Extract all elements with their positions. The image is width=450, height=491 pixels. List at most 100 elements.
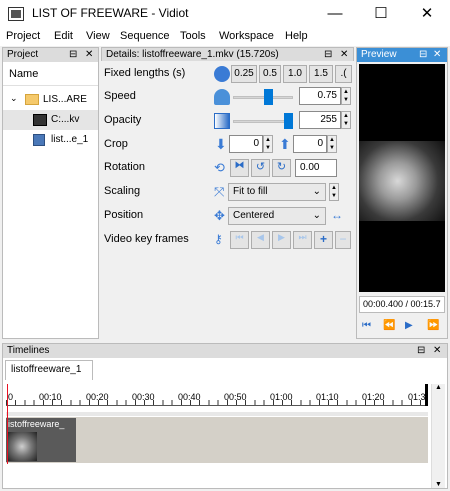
rotation-input[interactable]: 0.00 xyxy=(295,159,337,177)
crop-left-arrow-icon: ⬇ xyxy=(215,136,227,152)
flip-button[interactable]: ⧓ xyxy=(230,159,249,177)
preview-panel-header: Preview ⊟ ✕ xyxy=(357,48,447,62)
timelines-panel: Timelines ⊟ ✕ listoffreeware_1 ▲ ▼ xyxy=(2,343,448,489)
tree-item-row[interactable]: C:...kv xyxy=(3,110,98,130)
scroll-up-icon[interactable]: ▲ xyxy=(435,384,442,391)
float-icon[interactable]: ⊟ xyxy=(419,48,427,62)
crop-top-arrow-icon: ⬆ xyxy=(279,136,291,152)
play-icon[interactable]: ▶ xyxy=(405,320,413,331)
timeline-divider xyxy=(6,412,428,416)
project-panel-title: Project xyxy=(7,49,39,60)
maximize-button[interactable]: ☐ xyxy=(358,0,404,28)
crop-label: Crop xyxy=(104,138,128,150)
window-title: LIST OF FREEWARE - Vidiot xyxy=(32,6,189,20)
menu-project[interactable]: Project xyxy=(6,30,40,42)
expand-chevron-icon[interactable]: ⌄ xyxy=(10,93,18,104)
speedometer-icon xyxy=(214,89,230,105)
item-label: list...e_1 xyxy=(51,134,89,145)
project-panel-header: Project ⊟ ✕ xyxy=(3,48,98,62)
preview-panel: Preview ⊟ ✕ 00:00.400 / 00:15.7 ⏮ ⏪ ▶ ⏩ xyxy=(356,47,448,339)
position-select[interactable]: Centered ⌄ xyxy=(228,207,326,225)
timeline-ruler[interactable]: 0 00:10 00:20 00:30 00:40 00:50 01:00 01… xyxy=(6,384,428,406)
time-display: 00:00.400 / 00:15.7 xyxy=(359,296,445,313)
video-clip[interactable]: istoffreeware_ xyxy=(6,418,76,462)
tree-item-row[interactable]: list...e_1 xyxy=(3,130,98,150)
length-1.5-button[interactable]: 1.5 xyxy=(309,65,333,83)
remove-keyframe-button[interactable]: − xyxy=(335,231,351,249)
menu-tools[interactable]: Tools xyxy=(180,30,206,42)
clock-icon xyxy=(214,66,230,82)
menu-help[interactable]: Help xyxy=(285,30,308,42)
length-0.25-button[interactable]: 0.25 xyxy=(231,65,257,83)
folder-label: LIS...ARE xyxy=(43,94,87,105)
speed-label: Speed xyxy=(104,90,136,102)
scaling-value: Fit to fill xyxy=(233,186,268,197)
go-to-start-icon[interactable]: ⏮ xyxy=(362,320,371,331)
next-frame-icon[interactable]: ⏩ xyxy=(427,320,439,331)
video-frame-image xyxy=(359,141,445,221)
minimize-button[interactable]: — xyxy=(312,0,358,28)
title-bar: LIST OF FREEWARE - Vidiot — ☐ ✕ xyxy=(0,0,450,28)
menu-edit[interactable]: Edit xyxy=(54,30,73,42)
close-panel-icon[interactable]: ✕ xyxy=(85,48,93,62)
close-button[interactable]: ✕ xyxy=(404,0,450,28)
add-keyframe-button[interactable]: + xyxy=(314,231,333,249)
rotate-right-button[interactable]: ↻ xyxy=(272,159,291,177)
crop-top-spinner[interactable]: ▲ ▼ xyxy=(327,135,337,153)
scroll-down-icon[interactable]: ▼ xyxy=(435,481,442,488)
length-more-button[interactable]: .( xyxy=(335,65,352,83)
float-icon[interactable]: ⊟ xyxy=(69,48,77,62)
name-column-header[interactable]: Name xyxy=(3,64,98,86)
crop-left-spinner[interactable]: ▲ ▼ xyxy=(263,135,273,153)
project-panel: Project ⊟ ✕ Name ⌄ LIS...ARE C:...kv lis… xyxy=(2,47,99,339)
film-icon xyxy=(33,114,47,126)
ruler-end-marker xyxy=(425,384,428,406)
position-offset-icon[interactable]: ↔ xyxy=(331,208,343,222)
clip-label: istoffreeware_ xyxy=(6,418,76,431)
tree-folder-row[interactable]: ⌄ LIS...ARE xyxy=(3,90,98,110)
preview-screen[interactable] xyxy=(359,64,445,292)
playhead[interactable] xyxy=(7,384,8,464)
speed-spinner[interactable]: ▲ ▼ xyxy=(341,87,351,105)
length-1.0-button[interactable]: 1.0 xyxy=(283,65,307,83)
timelines-panel-header: Timelines ⊟ ✕ xyxy=(3,344,447,358)
menu-bar: Project Edit View Sequence Tools Workspa… xyxy=(0,28,450,46)
opacity-icon xyxy=(214,113,230,129)
crop-left-input[interactable]: 0 xyxy=(229,135,263,153)
ruler-ticks xyxy=(6,400,428,405)
scaling-select[interactable]: Fit to fill ⌄ xyxy=(228,183,326,201)
tab-timeline[interactable]: listoffreeware_1 xyxy=(5,360,93,380)
close-panel-icon[interactable]: ✕ xyxy=(433,48,441,62)
last-keyframe-button[interactable]: ⏭ xyxy=(293,231,312,249)
sequence-icon xyxy=(33,134,45,146)
prev-keyframe-button[interactable]: ◀ xyxy=(251,231,270,249)
opacity-slider-thumb[interactable] xyxy=(284,113,293,129)
details-panel: Details: listoffreeware_1.mkv (15.720s) … xyxy=(101,47,354,339)
close-panel-icon[interactable]: ✕ xyxy=(433,344,441,358)
key-frames-label: Video key frames xyxy=(104,233,189,245)
float-icon[interactable]: ⊟ xyxy=(417,344,425,358)
previous-frame-icon[interactable]: ⏪ xyxy=(383,320,395,331)
close-panel-icon[interactable]: ✕ xyxy=(340,48,348,62)
fixed-lengths-label: Fixed lengths (s) xyxy=(104,67,186,79)
folder-icon xyxy=(25,94,39,105)
transport-controls: ⏮ ⏪ ▶ ⏩ xyxy=(359,318,445,336)
rotate-left-button[interactable]: ↺ xyxy=(251,159,270,177)
crop-top-input[interactable]: 0 xyxy=(293,135,327,153)
vertical-scrollbar[interactable]: ▲ ▼ xyxy=(431,384,445,488)
opacity-spinner[interactable]: ▲ ▼ xyxy=(341,111,351,129)
next-keyframe-button[interactable]: ▶ xyxy=(272,231,291,249)
first-keyframe-button[interactable]: ⏮ xyxy=(230,231,249,249)
menu-view[interactable]: View xyxy=(86,30,110,42)
speed-input[interactable]: 0.75 xyxy=(299,87,341,105)
menu-sequence[interactable]: Sequence xyxy=(120,30,170,42)
menu-workspace[interactable]: Workspace xyxy=(219,30,274,42)
position-label: Position xyxy=(104,209,144,221)
speed-slider-thumb[interactable] xyxy=(263,89,273,105)
length-0.5-button[interactable]: 0.5 xyxy=(259,65,281,83)
scaling-label: Scaling xyxy=(104,185,141,197)
scaling-spinner[interactable]: ▲ ▼ xyxy=(329,183,339,201)
opacity-input[interactable]: 255 xyxy=(299,111,341,129)
float-icon[interactable]: ⊟ xyxy=(324,48,332,62)
preview-panel-title: Preview xyxy=(361,49,397,60)
